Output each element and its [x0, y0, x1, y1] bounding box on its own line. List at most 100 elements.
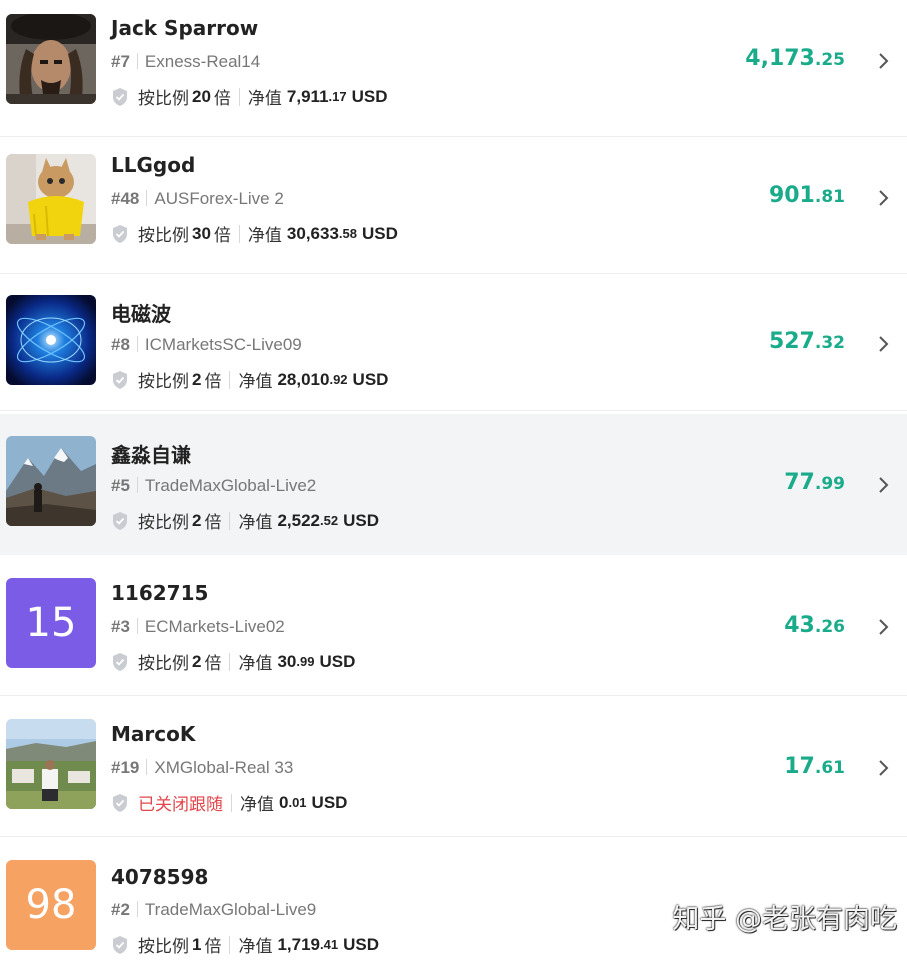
multiplier-suffix: 倍 — [204, 654, 222, 673]
broker-server: TradeMaxGlobal-Live2 — [144, 476, 317, 495]
profit-amount: 77.99 — [784, 470, 845, 495]
divider — [229, 370, 231, 389]
equity-int: 1,719 — [277, 934, 321, 954]
copy-mode-label: 按比例 — [138, 89, 189, 108]
equity-currency: USD — [311, 792, 348, 812]
rank: #2 — [111, 900, 130, 919]
broker-server: TradeMaxGlobal-Live9 — [144, 900, 317, 919]
trader-row[interactable]: 鑫淼自谦 #5 TradeMaxGlobal-Live2 按比例 2 倍 净值 2… — [0, 414, 907, 555]
copy-info: 按比例 1 倍 净值 1,719.41 USD — [111, 932, 379, 957]
multiplier-value: 2 — [192, 510, 202, 530]
copy-mode-label: 按比例 — [138, 372, 189, 391]
trader-row[interactable]: 15 1162715 #3 ECMarkets-Live02 按比例 2 倍 净值… — [0, 555, 907, 696]
broker-server: Exness-Real14 — [144, 52, 261, 71]
trader-name: 电磁波 — [111, 302, 171, 326]
trader-row[interactable]: MarcoK #19 XMGlobal-Real 33 已关闭跟随 净值 0.01… — [0, 696, 907, 837]
equity-currency: USD — [362, 223, 398, 243]
equity-dec: .92 — [329, 372, 348, 387]
avatar — [6, 154, 96, 244]
follow-closed-status: 已关闭跟随 — [138, 795, 223, 814]
trader-row[interactable]: Jack Sparrow #7 Exness-Real14 按比例 20 倍 净值… — [0, 0, 907, 137]
chevron-right-icon[interactable] — [878, 476, 890, 494]
avatar — [6, 719, 96, 809]
avatar: 98 — [6, 860, 96, 950]
multiplier-value: 1 — [192, 934, 202, 954]
divider — [238, 224, 240, 243]
trader-name: Jack Sparrow — [111, 16, 259, 40]
pirate-portrait-icon — [6, 14, 96, 104]
chevron-right-icon[interactable] — [878, 759, 890, 777]
avatar — [6, 295, 96, 385]
profit-dec: .61 — [814, 758, 845, 778]
divider — [136, 901, 138, 917]
multiplier-suffix: 倍 — [204, 513, 222, 532]
equity-dec: .58 — [338, 226, 357, 241]
equity-label: 净值 — [238, 937, 273, 956]
profit-dec: .99 — [814, 474, 845, 494]
divider — [136, 53, 138, 69]
shield-icon — [113, 87, 127, 106]
profit-amount: 901.81 — [769, 183, 845, 208]
divider — [238, 87, 240, 106]
equity-dec: .41 — [320, 937, 339, 952]
profit-dec: .81 — [814, 187, 845, 207]
profit-dec: .26 — [814, 617, 845, 637]
multiplier-value: 2 — [192, 651, 202, 671]
equity-int: 28,010 — [277, 369, 330, 389]
equity-int: 30 — [277, 651, 297, 671]
trader-name: 1162715 — [111, 581, 209, 605]
cat-in-raincoat-icon — [6, 154, 96, 244]
copy-mode-label: 按比例 — [138, 937, 189, 956]
trader-row[interactable]: LLGgod #48 AUSForex-Live 2 按比例 30 倍 净值 30… — [0, 137, 907, 274]
trader-row[interactable]: 电磁波 #8 ICMarketsSC-Live09 按比例 2 倍 净值 28,0… — [0, 274, 907, 411]
equity-int: 30,633 — [286, 223, 339, 243]
chevron-right-icon[interactable] — [878, 618, 890, 636]
multiplier-suffix: 倍 — [204, 372, 222, 391]
rank: #7 — [111, 52, 130, 71]
chevron-right-icon[interactable] — [878, 335, 890, 353]
broker-server: ECMarkets-Live02 — [144, 617, 285, 636]
copy-info: 按比例 2 倍 净值 2,522.52 USD — [111, 508, 379, 533]
profit-int: 77 — [784, 470, 815, 495]
copy-mode-label: 按比例 — [138, 513, 189, 532]
multiplier-value: 20 — [192, 86, 211, 106]
divider — [136, 336, 138, 352]
equity-label: 净值 — [247, 89, 282, 108]
equity-dec: .17 — [328, 89, 347, 104]
equity-label: 净值 — [240, 795, 274, 814]
rank: #8 — [111, 335, 130, 354]
copy-mode-label: 按比例 — [138, 226, 189, 245]
equity-label: 净值 — [238, 372, 273, 391]
shield-icon — [113, 224, 127, 243]
equity-label: 净值 — [247, 226, 282, 245]
broker-server: AUSForex-Live 2 — [154, 189, 284, 208]
equity-label: 净值 — [238, 513, 273, 532]
profit-amount: 17.61 — [784, 754, 845, 779]
broker-line: #7 Exness-Real14 — [111, 52, 260, 72]
avatar: 15 — [6, 578, 96, 668]
divider — [229, 935, 231, 954]
trader-name: 4078598 — [111, 865, 209, 889]
equity-currency: USD — [343, 934, 379, 954]
equity-int: 2,522 — [277, 510, 321, 530]
multiplier-value: 2 — [192, 369, 202, 389]
profit-int: 43 — [784, 613, 815, 638]
copy-info: 按比例 2 倍 净值 30.99 USD — [111, 649, 355, 674]
profit-amount: 527.32 — [769, 329, 845, 354]
shield-icon — [113, 935, 127, 954]
divider — [229, 652, 231, 671]
broker-line: #48 AUSForex-Live 2 — [111, 189, 284, 209]
chevron-right-icon[interactable] — [878, 189, 890, 207]
avatar — [6, 436, 96, 526]
rank: #5 — [111, 476, 130, 495]
copy-info: 按比例 30 倍 净值 30,633.58 USD — [111, 221, 398, 246]
broker-line: #8 ICMarketsSC-Live09 — [111, 335, 302, 355]
broker-line: #3 ECMarkets-Live02 — [111, 617, 285, 637]
copy-info: 按比例 2 倍 净值 28,010.92 USD — [111, 367, 388, 392]
chevron-right-icon[interactable] — [878, 52, 890, 70]
equity-dec: .99 — [296, 654, 315, 669]
watermark: 知乎 @老张有肉吃 — [672, 904, 897, 935]
equity-currency: USD — [351, 86, 388, 106]
broker-line: #19 XMGlobal-Real 33 — [111, 758, 293, 778]
profit-int: 4,173 — [745, 46, 815, 71]
